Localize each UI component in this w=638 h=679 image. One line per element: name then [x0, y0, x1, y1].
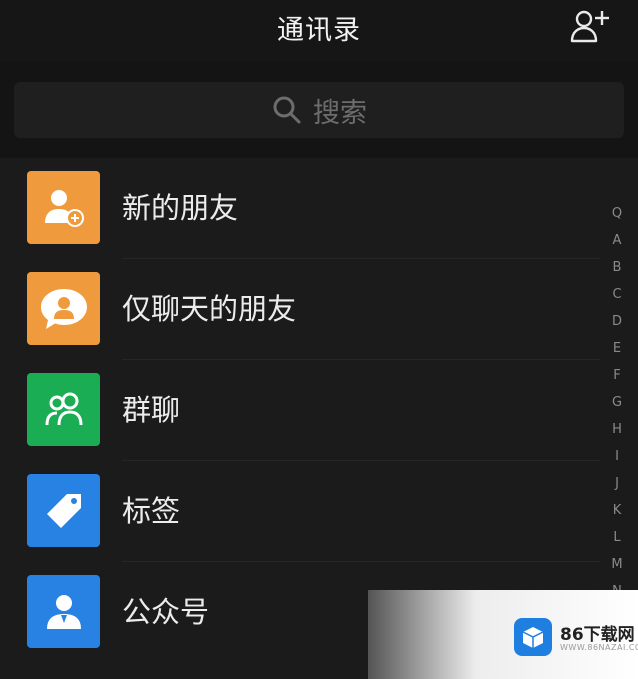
box-icon [522, 627, 544, 648]
index-letter[interactable]: H [612, 416, 622, 443]
list-item-new-friends[interactable]: 新的朋友 [0, 158, 600, 259]
list-item-label: 标签 [122, 494, 181, 528]
index-letter[interactable]: M [611, 551, 622, 578]
list-item-label: 仅聊天的朋友 [122, 292, 297, 326]
tag-icon [46, 493, 81, 528]
add-contact-button[interactable] [568, 6, 612, 46]
page-title: 通讯录 [277, 15, 361, 46]
index-letter[interactable]: D [612, 308, 622, 335]
index-letter[interactable]: Q [612, 200, 622, 227]
chat-only-friends-tile [27, 272, 100, 345]
alphabet-index[interactable]: Q A B C D E F G H I J K L M N [604, 200, 630, 605]
index-letter[interactable]: L [613, 524, 620, 551]
official-account-icon [46, 594, 81, 629]
list-item-chat-only-friends[interactable]: 仅聊天的朋友 [0, 259, 600, 360]
add-contact-icon [570, 10, 609, 43]
list-item-group-chats[interactable]: 群聊 [0, 360, 600, 461]
search-placeholder: 搜索 [313, 97, 367, 129]
search-icon [273, 96, 301, 124]
search-section: 搜索 [0, 62, 638, 158]
list-item-label: 新的朋友 [122, 191, 239, 225]
index-letter[interactable]: K [613, 497, 622, 524]
chat-only-friends-icon [40, 288, 87, 329]
list-item-label: 群聊 [122, 393, 181, 427]
list-item-label: 公众号 [122, 595, 210, 629]
tag-tile [27, 474, 100, 547]
index-letter[interactable]: F [613, 362, 620, 389]
search-input[interactable]: 搜索 [14, 82, 624, 138]
new-friend-icon [44, 189, 84, 227]
list-item-tags[interactable]: 标签 [0, 461, 600, 562]
group-chat-icon [45, 392, 82, 425]
watermark-url: WWW.86NAZAI.COM [560, 643, 638, 652]
index-letter[interactable]: B [613, 254, 622, 281]
contacts-function-list: 新的朋友 仅聊天的朋友 群聊 标签 公众号 [0, 158, 600, 663]
index-letter[interactable]: E [613, 335, 621, 362]
index-letter[interactable]: G [612, 389, 622, 416]
index-letter[interactable]: A [613, 227, 622, 254]
index-letter[interactable]: J [615, 470, 619, 497]
header-bar: 通讯录 [0, 0, 638, 62]
group-chat-tile [27, 373, 100, 446]
index-letter[interactable]: C [612, 281, 621, 308]
watermark-brand: 86下载网 [560, 625, 635, 645]
index-letter[interactable]: I [615, 443, 619, 470]
official-account-tile [27, 575, 100, 648]
watermark-logo-icon [514, 618, 552, 656]
new-friend-tile [27, 171, 100, 244]
